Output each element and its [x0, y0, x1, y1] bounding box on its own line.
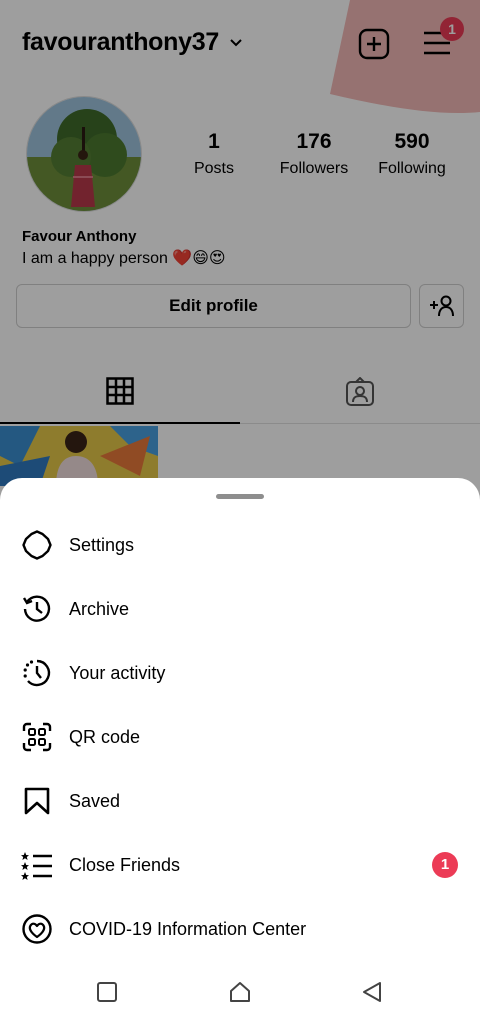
- menu-item-label: Your activity: [69, 662, 166, 683]
- menu-item-label: Close Friends: [69, 854, 181, 875]
- system-nav-bar: [0, 958, 480, 1024]
- menu-item-label: Archive: [69, 598, 130, 619]
- back-icon[interactable]: [360, 980, 384, 1004]
- menu-item-label: Saved: [69, 790, 121, 811]
- menu-item-label: COVID-19 Information Center: [69, 918, 307, 939]
- menu-item-your-activity[interactable]: Your activity: [0, 641, 480, 705]
- menu-item-archive[interactable]: Archive: [0, 577, 480, 641]
- activity-icon: [21, 657, 53, 689]
- recent-apps-icon[interactable]: [95, 980, 119, 1004]
- profile-menu-sheet: Settings Archive Your activity QR code S…: [0, 478, 480, 958]
- archive-icon: [21, 593, 53, 625]
- qr-code-icon: [21, 721, 53, 753]
- menu-item-label: Settings: [69, 534, 135, 555]
- menu-item-qr-code[interactable]: QR code: [0, 705, 480, 769]
- menu-item-label: QR code: [69, 726, 141, 747]
- close-friends-icon: [21, 849, 53, 881]
- home-icon[interactable]: [228, 980, 252, 1004]
- covid-heart-icon: [21, 913, 53, 945]
- close-friends-badge: 1: [432, 852, 458, 878]
- bookmark-icon: [21, 785, 53, 817]
- settings-icon: [21, 529, 53, 561]
- menu-item-settings[interactable]: Settings: [0, 513, 480, 577]
- menu-item-close-friends[interactable]: Close Friends 1: [0, 833, 480, 897]
- menu-item-covid-info[interactable]: COVID-19 Information Center: [0, 897, 480, 961]
- sheet-drag-handle[interactable]: [216, 494, 264, 499]
- menu-item-saved[interactable]: Saved: [0, 769, 480, 833]
